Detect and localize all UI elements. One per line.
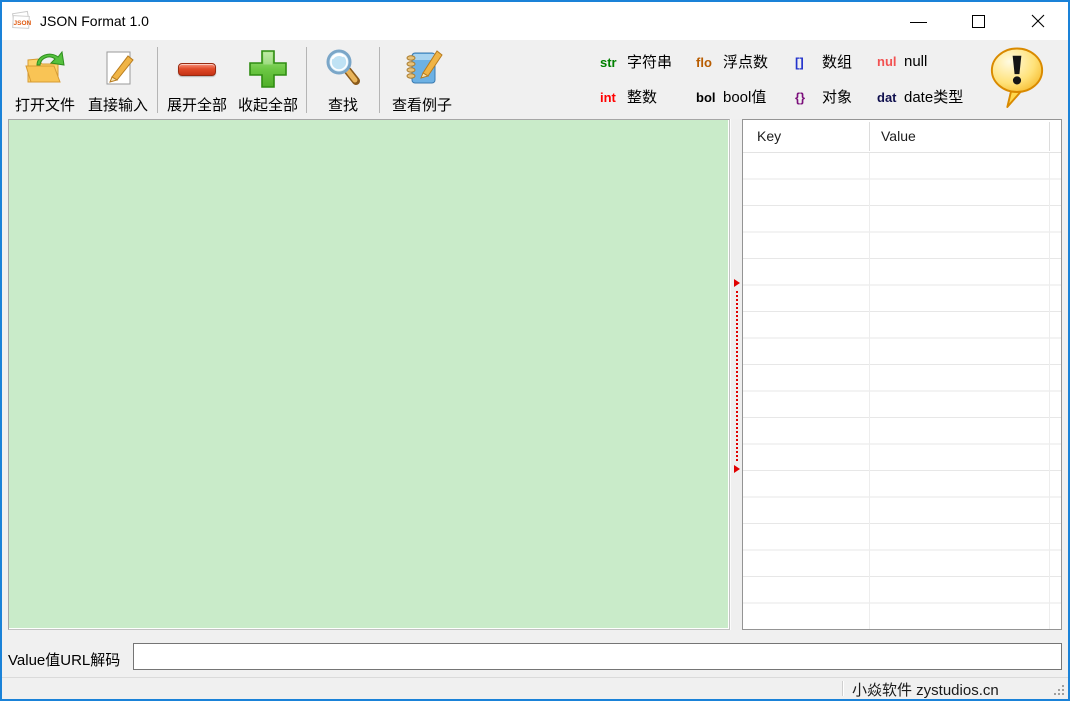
about-button[interactable]	[988, 46, 1046, 115]
json-tree-panel[interactable]	[8, 119, 730, 630]
view-example-label: 查看例子	[392, 97, 452, 115]
toolbar-separator	[306, 47, 307, 113]
legend-label: date类型	[904, 89, 963, 106]
legend-label: bool值	[723, 89, 766, 106]
app-window: JSON JSON Format 1.0	[0, 0, 1070, 701]
view-example-button[interactable]: 查看例子	[383, 43, 461, 117]
legend-item-string: str字符串	[600, 51, 696, 72]
splitter-arrow-icon	[734, 279, 740, 287]
column-divider	[869, 153, 870, 629]
toolbar-separator	[157, 47, 158, 113]
close-button[interactable]	[1008, 2, 1068, 40]
exclamation-bubble-icon	[988, 46, 1046, 110]
minimize-button[interactable]	[888, 2, 948, 40]
legend-label: 对象	[822, 89, 852, 106]
legend-tag: {}	[795, 90, 822, 105]
table-body[interactable]	[743, 153, 1061, 629]
url-decode-input[interactable]	[133, 643, 1062, 670]
legend-item-bool: bolbool值	[696, 86, 795, 107]
key-value-table[interactable]: Key Value	[742, 119, 1062, 630]
app-icon-text: JSON	[14, 20, 32, 27]
app-icon: JSON	[10, 10, 32, 32]
column-divider	[1049, 153, 1050, 629]
legend-item-float: flo浮点数	[696, 51, 795, 72]
legend-tag: bol	[696, 90, 723, 105]
legend-label: 字符串	[627, 54, 672, 71]
legend-tag: int	[600, 90, 627, 105]
collapse-all-icon	[246, 46, 290, 92]
table-header: Key Value	[743, 120, 1061, 153]
direct-input-icon	[98, 46, 138, 92]
open-file-icon	[22, 46, 68, 92]
maximize-button[interactable]	[948, 2, 1008, 40]
legend-tag: nul	[877, 54, 904, 69]
view-example-icon	[399, 46, 445, 92]
collapse-all-label: 收起全部	[238, 97, 298, 115]
splitter-arrow-icon	[734, 465, 740, 473]
open-file-button[interactable]: 打开文件	[8, 43, 82, 117]
legend-item-array: []数组	[795, 51, 877, 72]
status-bar: 小焱软件 zystudios.cn	[2, 677, 1068, 699]
legend-tag: dat	[877, 90, 904, 105]
legend-label: 数组	[822, 54, 852, 71]
close-icon	[1030, 13, 1046, 29]
column-header-key[interactable]: Key	[757, 120, 781, 153]
column-header-value[interactable]: Value	[881, 120, 916, 153]
statusbar-separator	[842, 681, 843, 696]
resize-grip-icon[interactable]	[1052, 683, 1065, 696]
find-button[interactable]: 查找	[310, 43, 376, 117]
expand-all-icon	[178, 46, 216, 92]
statusbar-text: 小焱软件 zystudios.cn	[852, 679, 999, 700]
legend-item-date: datdate类型	[877, 86, 963, 107]
expand-all-label: 展开全部	[167, 97, 227, 115]
search-icon	[322, 46, 364, 92]
legend-item-int: int整数	[600, 86, 696, 107]
minimize-icon	[910, 22, 927, 23]
title-bar: JSON JSON Format 1.0	[2, 2, 1068, 40]
legend-tag: []	[795, 55, 822, 70]
find-label: 查找	[328, 97, 358, 115]
splitter-dotted-line	[736, 291, 738, 463]
column-resize-handle[interactable]	[1049, 122, 1050, 151]
maximize-icon	[972, 15, 985, 28]
url-decode-label: Value值URL解码	[8, 649, 120, 670]
legend-label: null	[904, 53, 927, 70]
type-legend: str字符串 flo浮点数 []数组 nulnull int整数 bolbool…	[600, 44, 963, 114]
legend-tag: str	[600, 55, 627, 70]
legend-label: 整数	[627, 89, 657, 106]
toolbar-separator	[379, 47, 380, 113]
column-resize-handle[interactable]	[869, 122, 870, 151]
open-file-label: 打开文件	[15, 97, 75, 115]
window-controls	[888, 2, 1068, 40]
legend-item-object: {}对象	[795, 86, 877, 107]
direct-input-label: 直接输入	[88, 97, 148, 115]
window-title: JSON Format 1.0	[40, 13, 149, 29]
direct-input-button[interactable]: 直接输入	[82, 43, 154, 117]
legend-label: 浮点数	[723, 54, 768, 71]
collapse-all-button[interactable]: 收起全部	[233, 43, 303, 117]
legend-tag: flo	[696, 55, 723, 70]
legend-item-null: nulnull	[877, 53, 963, 70]
expand-all-button[interactable]: 展开全部	[161, 43, 233, 117]
